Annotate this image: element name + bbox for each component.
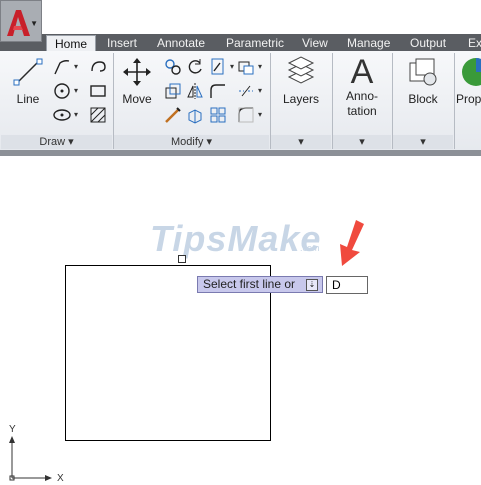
cursor-pickbox [178, 255, 186, 263]
scale-icon [165, 107, 181, 123]
stretch-icon [165, 83, 181, 99]
rotate-icon [188, 59, 202, 74]
chamfer-button[interactable] [236, 105, 258, 125]
tab-parametric[interactable]: Parametric [226, 35, 284, 51]
trim-dropdown-icon[interactable]: ▾ [230, 62, 234, 71]
tab-annotate[interactable]: Annotate [157, 35, 205, 51]
hatch-button[interactable] [88, 105, 110, 125]
line-button[interactable]: Line [6, 55, 50, 107]
options-down-arrow-icon[interactable]: ⇣ [306, 279, 318, 291]
tab-manage[interactable]: Manage [347, 35, 390, 51]
properties-label: Prop [456, 92, 481, 106]
ellipse-dropdown-icon[interactable]: ▾ [74, 110, 78, 119]
modify-panel-label: Modify [171, 136, 204, 148]
ribbon: Line ▾ ▾ ▾ Draw ▾ Move ▾ ▾ ▾ ▾ Modify ▾ … [0, 51, 481, 151]
layers-panel-title[interactable]: ▾ [271, 135, 331, 149]
tab-express[interactable]: Ex [468, 35, 481, 51]
annotation-panel-title[interactable]: ▾ [333, 135, 391, 149]
explode-dropdown-icon[interactable]: ▾ [258, 86, 262, 95]
explode-button[interactable] [236, 81, 258, 101]
autocad-logo-icon [7, 10, 30, 36]
ellipse-icon [53, 109, 71, 121]
erase-dropdown-icon[interactable]: ▾ [258, 62, 262, 71]
circle-icon [54, 83, 70, 99]
erase-icon [238, 61, 254, 75]
stretch-button[interactable] [163, 81, 185, 101]
copy-icon [165, 59, 181, 75]
array-button[interactable] [185, 105, 207, 125]
move-button[interactable]: Move [117, 55, 157, 107]
circle-button[interactable] [52, 81, 74, 101]
block-icon [409, 58, 437, 86]
rectangle-button[interactable] [88, 81, 110, 101]
move-label: Move [122, 92, 152, 106]
block-panel-title[interactable]: ▾ [393, 135, 453, 149]
red-arrow-icon [340, 220, 364, 266]
trim-icon [211, 58, 224, 75]
layers-button[interactable]: Layers [278, 55, 324, 107]
copy-button[interactable] [163, 57, 185, 77]
block-button[interactable]: Block [398, 55, 448, 107]
annotation-label: Anno- tation [345, 89, 379, 118]
ucs-x-label: X [57, 473, 64, 484]
circle-dropdown-icon[interactable]: ▾ [74, 86, 78, 95]
tab-output[interactable]: Output [410, 35, 446, 51]
trim-button[interactable] [208, 57, 230, 77]
chamfer-dropdown-icon[interactable]: ▾ [258, 110, 262, 119]
chamfer-icon [238, 107, 254, 123]
polyline-dropdown-icon[interactable]: ▾ [74, 62, 78, 71]
draw-panel-title[interactable]: Draw ▾ [1, 135, 112, 149]
block-label: Block [408, 92, 438, 106]
rectangle-icon [90, 85, 106, 97]
ribbon-tab-bar: Home Insert Annotate Parametric View Man… [0, 34, 481, 52]
watermark-suffix: .com [300, 243, 320, 253]
grid-icon [210, 107, 226, 123]
layers-icon [287, 56, 315, 84]
ucs-y-label: Y [9, 424, 16, 435]
fillet-icon [210, 84, 225, 98]
dynamic-input-field[interactable]: D [326, 276, 368, 294]
dynamic-input-prompt: Select first line or ⇣ [197, 276, 323, 293]
mirror-icon [187, 83, 203, 99]
rotate-arc-button[interactable] [88, 57, 110, 77]
properties-button[interactable]: Prop [456, 55, 481, 107]
arc-icon [91, 61, 106, 72]
array-grid-button[interactable] [208, 105, 230, 125]
rotate-button[interactable] [185, 57, 207, 77]
tab-home[interactable]: Home [46, 35, 97, 52]
title-bar [0, 0, 481, 34]
hatch-icon [90, 107, 106, 123]
annotation-glyph: A [350, 53, 374, 91]
tab-view[interactable]: View [302, 35, 328, 51]
explode-icon [239, 85, 253, 97]
prompt-text: Select first line or [203, 277, 296, 291]
polyline-button[interactable] [52, 57, 74, 77]
application-menu-button[interactable]: ▼ [0, 0, 42, 42]
move-icon [123, 58, 151, 86]
erase-button[interactable] [236, 57, 258, 77]
ellipse-button[interactable] [52, 105, 74, 125]
line-label: Line [16, 92, 40, 106]
draw-panel-label: Draw [39, 136, 66, 148]
annotation-button[interactable]: A Anno- tation [337, 55, 387, 119]
app-menu-dropdown-icon: ▼ [30, 19, 38, 28]
mirror-button[interactable] [185, 81, 207, 101]
array-icon [188, 109, 202, 124]
modify-panel-title[interactable]: Modify ▾ [114, 135, 269, 149]
panel-separator [454, 53, 455, 149]
watermark: TipsMake [150, 218, 322, 259]
line-icon [13, 58, 43, 86]
fillet-button[interactable] [208, 81, 230, 101]
tab-insert[interactable]: Insert [107, 35, 137, 51]
scale-button[interactable] [163, 105, 185, 125]
properties-icon [462, 58, 481, 86]
polyline-icon [54, 60, 70, 75]
layers-label: Layers [282, 92, 320, 106]
